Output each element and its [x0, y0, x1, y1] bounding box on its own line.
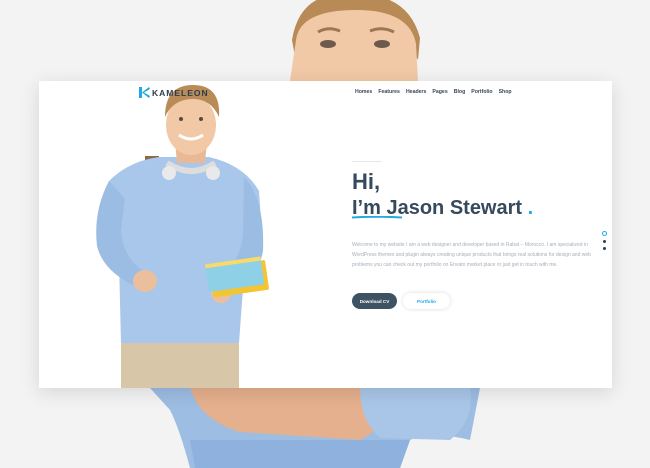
- download-cv-button[interactable]: Download CV: [352, 293, 397, 309]
- nav-item-shop[interactable]: Shop: [499, 89, 512, 95]
- logo-text: KAMELEON: [152, 87, 209, 98]
- website-preview-card: KAMELEON Homes Features Headers Pages Bl…: [39, 81, 612, 388]
- slider-dot-1[interactable]: [601, 231, 607, 236]
- main-nav: Homes Features Headers Pages Blog Portfo…: [355, 89, 512, 95]
- nav-item-portfolio[interactable]: Portfolio: [471, 89, 492, 95]
- nav-item-features[interactable]: Features: [378, 89, 400, 95]
- hero-name-dot: .: [527, 197, 534, 219]
- slider-dot-3[interactable]: [602, 247, 606, 250]
- divider: [352, 161, 382, 162]
- nav-item-headers[interactable]: Headers: [406, 89, 426, 95]
- nav-item-blog[interactable]: Blog: [454, 89, 466, 95]
- portfolio-button[interactable]: Portfolio: [403, 293, 450, 309]
- hero-greeting: Hi,: [352, 169, 381, 194]
- nav-item-pages[interactable]: Pages: [432, 89, 447, 95]
- slider-pagination: [601, 231, 607, 250]
- name-underline-decoration: [352, 216, 402, 219]
- student-photo: [96, 85, 269, 388]
- site-logo[interactable]: KAMELEON: [139, 87, 209, 98]
- hero-photo-pane: [39, 81, 322, 388]
- hero-intro-text: Welcome to my website I am a web designe…: [352, 242, 591, 268]
- nav-item-homes[interactable]: Homes: [355, 89, 372, 95]
- slider-dot-2[interactable]: [602, 240, 606, 243]
- kameleon-logo-icon: [139, 87, 150, 98]
